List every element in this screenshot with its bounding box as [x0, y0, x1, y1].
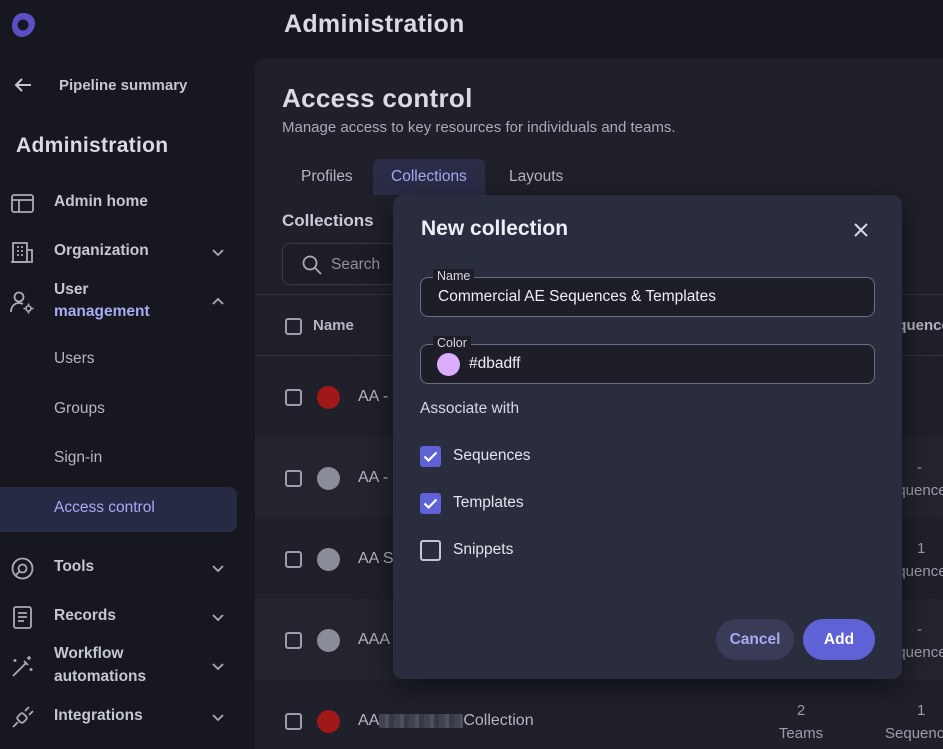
- templates-checkbox[interactable]: [420, 493, 441, 514]
- sidebar-item-label: Records: [54, 607, 117, 624]
- add-button[interactable]: Add: [803, 619, 875, 660]
- back-label: Pipeline summary: [59, 76, 188, 94]
- tab-layouts[interactable]: Layouts: [491, 159, 581, 195]
- sidebar-title: Administration: [16, 134, 169, 157]
- name-field[interactable]: Name Commercial AE Sequences & Templates: [420, 269, 875, 317]
- search-icon: [302, 255, 322, 275]
- tools-icon: [11, 557, 34, 580]
- teams-label: Teams: [778, 725, 824, 742]
- sidebar-item-user-management[interactable]: User management: [0, 279, 255, 325]
- tab-collections[interactable]: Collections: [373, 159, 485, 195]
- collection-color-dot: [317, 548, 340, 571]
- sidebar: Pipeline summary Administration Admin ho…: [0, 0, 255, 749]
- sidebar-item-organization[interactable]: Organization: [0, 240, 255, 265]
- name-field-label: Name: [433, 269, 475, 283]
- sidebar-item-label-line2: management: [54, 303, 150, 320]
- row-checkbox[interactable]: [285, 713, 302, 730]
- new-collection-dialog: New collection Name Commercial AE Sequen…: [393, 195, 902, 679]
- tab-profiles[interactable]: Profiles: [283, 159, 371, 195]
- sidebar-item-workflow-automations[interactable]: Workflow automations: [0, 643, 255, 689]
- back-to-pipeline-summary[interactable]: Pipeline summary: [12, 70, 187, 100]
- sidebar-subitem-label: Access control: [54, 499, 155, 516]
- checkmark-icon: [423, 451, 438, 463]
- section-title: Access control: [282, 83, 473, 113]
- associate-with-label: Associate with: [420, 400, 520, 417]
- search-placeholder: Search: [331, 256, 381, 273]
- sidebar-item-label: Admin home: [54, 193, 148, 210]
- collection-color-dot: [317, 629, 340, 652]
- chevron-down-icon: [212, 249, 224, 257]
- chevron-down-icon: [212, 614, 224, 622]
- sidebar-subitem-groups[interactable]: Groups: [54, 400, 105, 418]
- sidebar-item-label-line1: Workflow: [54, 645, 124, 662]
- row-checkbox[interactable]: [285, 470, 302, 487]
- close-icon[interactable]: [851, 220, 871, 240]
- teams-count: 2: [796, 702, 806, 719]
- row-checkbox[interactable]: [285, 389, 302, 406]
- sequences-checkbox[interactable]: [420, 446, 441, 467]
- sidebar-item-label-line1: User: [54, 281, 89, 298]
- sequences-count: -: [917, 459, 922, 476]
- sequences-label: Sequenc: [885, 725, 943, 742]
- collection-color-dot: [317, 386, 340, 409]
- chevron-down-icon: [212, 663, 224, 671]
- collections-heading: Collections: [282, 211, 374, 230]
- layout-icon: [11, 194, 34, 213]
- checkmark-icon: [423, 498, 438, 510]
- column-header-name[interactable]: Name: [313, 317, 354, 334]
- collection-name[interactable]: AA - I: [358, 469, 397, 487]
- collection-name[interactable]: AA Collection: [358, 712, 534, 730]
- dialog-title: New collection: [421, 217, 569, 240]
- sidebar-item-admin-home[interactable]: Admin home: [0, 191, 255, 216]
- sidebar-item-label: Tools: [54, 558, 95, 575]
- collection-name[interactable]: AA - I: [358, 388, 397, 406]
- color-field-value[interactable]: #dbadff: [469, 355, 520, 373]
- wand-icon: [12, 656, 33, 677]
- redacted-text: [379, 713, 464, 728]
- row-checkbox[interactable]: [285, 632, 302, 649]
- sidebar-item-records[interactable]: Records: [0, 605, 255, 630]
- sequences-count: 1: [917, 540, 926, 557]
- records-icon: [13, 606, 32, 629]
- user-gear-icon: [10, 291, 34, 314]
- table-row[interactable]: AA Collection 2 Teams 1 Sequenc: [255, 680, 943, 749]
- sidebar-item-label-line2: automations: [54, 668, 147, 685]
- color-field[interactable]: Color #dbadff: [420, 336, 875, 384]
- building-icon: [11, 242, 33, 263]
- name-field-value[interactable]: Commercial AE Sequences & Templates: [438, 288, 716, 306]
- chevron-down-icon: [212, 565, 224, 573]
- sidebar-item-integrations[interactable]: Integrations: [0, 705, 255, 730]
- cancel-button[interactable]: Cancel: [716, 619, 794, 660]
- chevron-down-icon: [212, 714, 224, 722]
- color-field-label: Color: [433, 336, 471, 350]
- sidebar-subitem-sign-in[interactable]: Sign-in: [54, 449, 102, 467]
- chevron-up-icon: [212, 297, 224, 305]
- collection-name-suffix: Collection: [463, 712, 534, 729]
- color-swatch[interactable]: [437, 353, 460, 376]
- select-all-checkbox[interactable]: [285, 318, 302, 335]
- sidebar-item-label: Integrations: [54, 707, 143, 724]
- sequences-count: -: [917, 621, 922, 638]
- snippets-option-label: Snippets: [453, 541, 514, 558]
- sidebar-subitem-access-control[interactable]: Access control: [0, 487, 237, 532]
- sidebar-item-tools[interactable]: Tools: [0, 556, 255, 581]
- sequences-count: 1: [917, 702, 926, 719]
- collection-name-prefix: AA: [358, 712, 380, 729]
- collection-color-dot: [317, 710, 340, 733]
- sidebar-item-label: Organization: [54, 242, 149, 259]
- sequences-option-label: Sequences: [453, 447, 531, 464]
- plug-icon: [12, 706, 34, 728]
- section-subtitle: Manage access to key resources for indiv…: [282, 119, 676, 136]
- row-checkbox[interactable]: [285, 551, 302, 568]
- snippets-checkbox[interactable]: [420, 540, 441, 561]
- arrow-left-icon: [14, 78, 31, 92]
- sidebar-subitem-users[interactable]: Users: [54, 350, 94, 368]
- app-logo-icon[interactable]: [8, 10, 38, 40]
- templates-option-label: Templates: [453, 494, 524, 511]
- collection-color-dot: [317, 467, 340, 490]
- page-title: Administration: [284, 10, 465, 38]
